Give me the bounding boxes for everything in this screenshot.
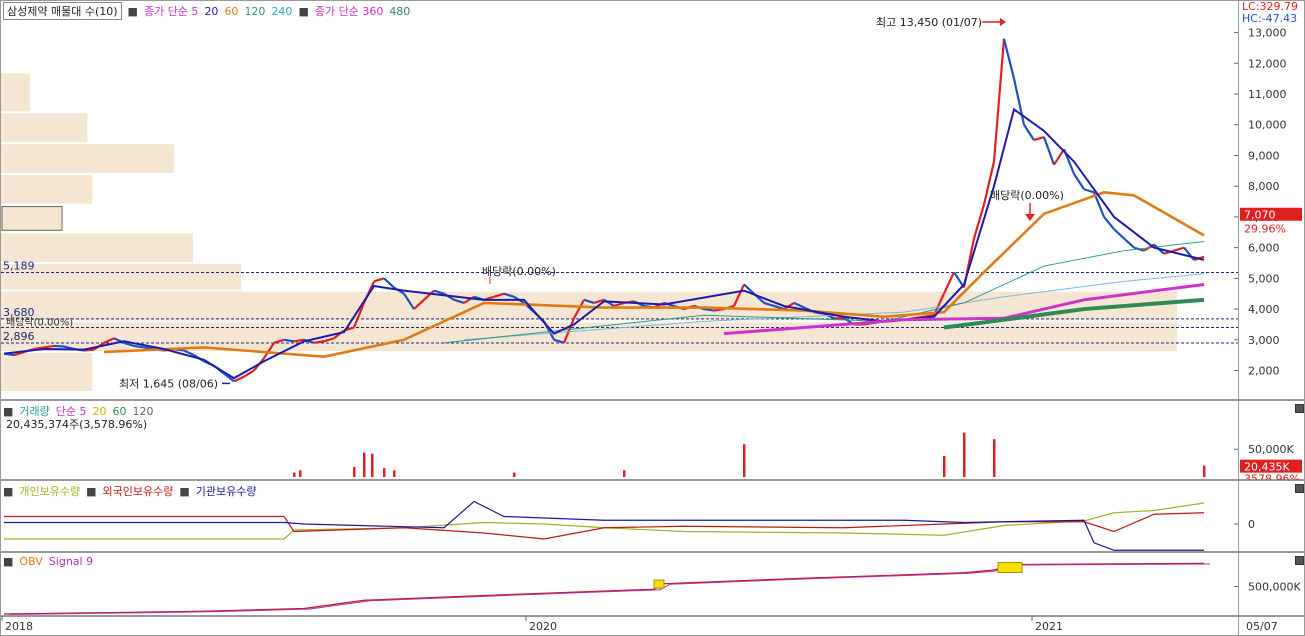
level-label: 2,896 — [3, 330, 35, 343]
y-tick-label: 12,000 — [1248, 57, 1287, 70]
ma-period-480: 480 — [389, 4, 411, 18]
foreign-label: 외국인보유수량 — [102, 485, 174, 498]
close-volume-panel-button[interactable] — [1295, 404, 1304, 413]
legend-marker: ■ — [127, 4, 138, 18]
y-tick-label: 11,000 — [1248, 88, 1287, 101]
price-candle — [43, 344, 55, 349]
legend-marker: ■ — [3, 484, 14, 498]
y-tick-label: 9,000 — [1248, 149, 1280, 162]
y-tick-label: 2,000 — [1248, 364, 1280, 377]
price-candle — [133, 344, 145, 349]
lc-hc-readout: LC:329.79 HC:-47.43 — [1242, 1, 1298, 25]
y-tick-label: 4,000 — [1248, 303, 1280, 316]
last-volume-pct: 3578.96% — [1244, 473, 1300, 480]
volume-bar — [363, 452, 366, 477]
obv-legend: ■ OBV Signal 9 — [3, 555, 93, 568]
y-tick-label: 10,000 — [1248, 119, 1287, 132]
volume-bar — [943, 455, 946, 477]
ma-period-5: 20 — [204, 4, 219, 18]
price-candle — [283, 338, 295, 343]
date-tick-label: 2018 — [5, 620, 33, 633]
volume-profile-bar — [1, 144, 174, 173]
y-tick-label: 50,000K — [1248, 443, 1294, 456]
holdings-legend: ■ 개인보유수량 ■ 외국인보유수량 ■ 기관보유수량 — [3, 483, 257, 499]
ma-period-20: 60 — [224, 4, 239, 18]
volume-bar — [743, 444, 746, 477]
volume-profile-bar — [1, 113, 88, 143]
y-tick-label: 5,000 — [1248, 272, 1280, 285]
legend-marker: ■ — [298, 4, 309, 18]
volume-bar — [993, 439, 996, 477]
y-tick-label: 8,000 — [1248, 180, 1280, 193]
obv-signal-marker — [997, 562, 1023, 573]
obv-signal-marker — [653, 579, 665, 589]
volume-plot-area — [0, 400, 1239, 480]
dividend-label: 배당락(0.00%) — [6, 316, 73, 328]
dividend-label: 배당락(0.00%) — [990, 189, 1064, 202]
price-chart[interactable]: 5,1893,6802,896배당락(0.00%)2,0003,0004,000… — [0, 0, 1305, 400]
volume-profile-bar — [1, 322, 1177, 352]
legend-marker: ■ — [3, 555, 14, 568]
volume-profile-bar — [1, 353, 93, 391]
price-candle — [313, 340, 325, 344]
ma2-legend-label: 종가 단순 360 — [314, 5, 384, 18]
level-label: 5,189 — [3, 260, 35, 273]
signal-label: Signal 9 — [48, 555, 94, 568]
high-annotation: 최고 13,450 (01/07) — [876, 16, 982, 29]
volume-profile-bar — [1, 263, 241, 290]
y-tick-label: 13,000 — [1248, 27, 1287, 40]
y-tick-label: 500,000K — [1248, 581, 1301, 594]
last-price-pct: 29.96% — [1244, 223, 1286, 236]
volume-bar — [1203, 465, 1206, 477]
dividend-label: 배당락(0.00%) — [482, 265, 556, 278]
volume-bar — [371, 453, 374, 477]
volume-profile-bar — [1, 205, 61, 232]
individual-label: 개인보유수량 — [19, 485, 81, 498]
last-price-label: 7,070 — [1244, 209, 1276, 222]
price-candle — [53, 344, 65, 348]
volume-bar — [513, 472, 516, 477]
volume-bar — [383, 468, 386, 477]
stock-chart-window: 5,189 3,680 2,896 배당락(0.00%) 2,000 3,000 4,000… — [0, 0, 1305, 636]
chart-title[interactable]: 삼성제약 매물대 수(10) — [3, 2, 122, 20]
volume-bar — [623, 470, 626, 477]
y-tick-label: 0 — [1248, 518, 1255, 531]
y-tick-label: 3,000 — [1248, 334, 1280, 347]
institution-label: 기관보유수량 — [195, 485, 257, 498]
volume-bar — [393, 470, 396, 477]
close-obv-panel-button[interactable] — [1295, 556, 1304, 565]
date-tick-label: 2021 — [1035, 620, 1063, 633]
volume-chart[interactable]: 50,000K20,435K3578.96% — [0, 400, 1305, 480]
volume-profile-bar — [1, 73, 30, 112]
volume-bar — [299, 470, 302, 477]
obv-chart[interactable]: 500,000K — [0, 552, 1305, 616]
volume-bar — [353, 467, 356, 477]
volume-profile-bar — [1, 233, 193, 262]
ma-period-120: 240 — [271, 4, 293, 18]
ma-legend-label: 종가 단순 5 — [143, 5, 199, 18]
volume-profile-bar — [1, 174, 93, 204]
date-tick-label: 2020 — [529, 620, 557, 633]
legend-marker: ■ — [179, 484, 190, 498]
y-tick-label: 6,000 — [1248, 242, 1280, 255]
hc-label: HC:-47.43 — [1242, 12, 1298, 25]
obv-label: OBV — [19, 555, 43, 568]
close-holdings-panel-button[interactable] — [1295, 484, 1304, 493]
low-annotation: 최저 1,645 (08/06) — [119, 377, 218, 390]
volume-bar — [963, 432, 966, 477]
price-candle — [703, 307, 715, 312]
ma-period-60: 120 — [244, 4, 266, 18]
main-legend: 삼성제약 매물대 수(10) ■ 종가 단순 5 20 60 120 240 ■… — [3, 2, 410, 20]
legend-marker: ■ — [86, 484, 97, 498]
volume-value: 20,435,374주(3,578.96%) — [6, 418, 148, 431]
date-axis: 2018 2020 2021 05/07 — [0, 616, 1305, 636]
obv-plot-area — [0, 552, 1239, 616]
current-date-label: 05/07 — [1246, 620, 1278, 633]
volume-bar — [293, 472, 296, 477]
